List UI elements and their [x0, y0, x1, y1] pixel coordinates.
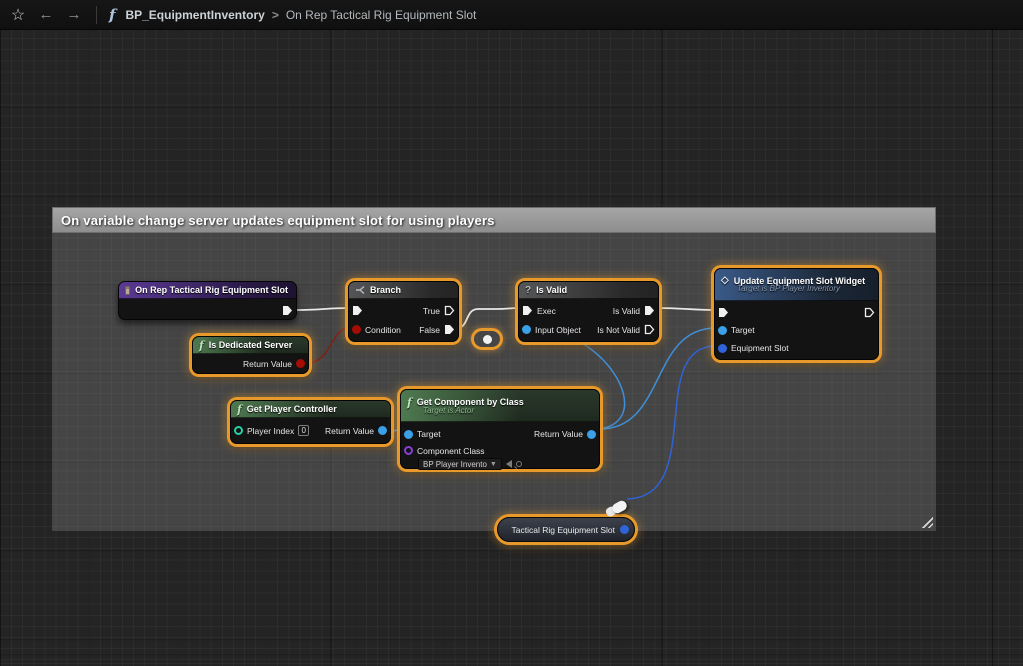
node-update-equipment-slot-widget[interactable]: ◇ Update Equipment Slot Widget Target is… — [714, 268, 879, 360]
function-icon: f — [199, 340, 204, 351]
node-get-tactical-rig-equipment-slot[interactable]: Tactical Rig Equipment Slot — [497, 517, 635, 542]
pin-label-target: Target — [731, 325, 755, 335]
forward-icon[interactable]: → — [60, 6, 88, 23]
function-icon: f — [407, 397, 412, 408]
pin-label-is-not-valid: Is Not Valid — [597, 325, 640, 335]
function-icon: f — [237, 404, 242, 415]
exec-in-pin[interactable] — [352, 305, 363, 316]
pin-label-true: True — [423, 306, 440, 316]
graph-toolbar: ☆ ← → f BP_EquipmentInventory > On Rep T… — [0, 0, 1023, 30]
component-class-value: BP Player Invento — [423, 460, 487, 469]
reroute-pin[interactable] — [483, 335, 492, 344]
condition-pin[interactable] — [352, 325, 361, 334]
pin-label-input-object: Input Object — [535, 325, 581, 335]
dropdown-caret-icon: ▼ — [490, 461, 497, 468]
component-class-dropdown[interactable]: BP Player Invento ▼ — [418, 458, 502, 470]
is-valid-exec-pin[interactable] — [644, 305, 655, 316]
return-value-pin[interactable] — [587, 430, 596, 439]
node-subtitle: Target is Actor — [423, 406, 591, 415]
pin-label-exec: Exec — [537, 306, 556, 316]
pin-label-target: Target — [417, 429, 441, 439]
graph-canvas[interactable]: On variable change server updates equipm… — [0, 30, 1023, 666]
node-title: Is Dedicated Server — [209, 340, 293, 350]
pin-label-return-value: Return Value — [534, 429, 583, 439]
widget-diamond-icon: ◇ — [721, 276, 729, 286]
use-asset-icon[interactable] — [506, 460, 512, 468]
pin-label-return-value: Return Value — [243, 359, 292, 369]
node-title: Branch — [370, 285, 401, 295]
exec-in-pin[interactable] — [522, 305, 533, 316]
false-exec-pin[interactable] — [444, 324, 455, 335]
pin-label-equipment-slot: Equipment Slot — [731, 343, 789, 353]
player-index-pin[interactable] — [234, 426, 243, 435]
branch-icon — [355, 285, 365, 295]
component-class-pin[interactable] — [404, 446, 413, 455]
return-value-pin[interactable] — [296, 359, 305, 368]
pin-label-is-valid: Is Valid — [613, 306, 640, 316]
comment-box[interactable]: On variable change server updates equipm… — [52, 207, 936, 531]
toolbar-divider — [96, 6, 97, 24]
node-title: On Rep Tactical Rig Equipment Slot — [135, 285, 288, 295]
comment-title[interactable]: On variable change server updates equipm… — [52, 207, 936, 233]
back-icon[interactable]: ← — [32, 6, 60, 23]
exec-out-pin[interactable] — [282, 305, 293, 316]
node-title: Get Player Controller — [247, 404, 337, 414]
return-value-pin[interactable] — [378, 426, 387, 435]
equipment-slot-pin[interactable] — [718, 344, 727, 353]
node-is-dedicated-server[interactable]: f Is Dedicated Server Return Value — [192, 336, 309, 374]
variable-label: Tactical Rig Equipment Slot — [512, 525, 615, 535]
reroute-node[interactable] — [471, 328, 503, 350]
pin-label-component-class: Component Class — [417, 446, 485, 456]
breadcrumb-blueprint[interactable]: BP_EquipmentInventory — [125, 8, 264, 22]
node-subtitle: Target is BP Player Inventory — [737, 284, 870, 293]
target-pin[interactable] — [404, 430, 413, 439]
pin-label-player-index: Player Index — [247, 426, 294, 436]
player-index-value[interactable]: 0 — [298, 425, 309, 436]
comment-resize-handle[interactable] — [919, 514, 933, 528]
true-exec-pin[interactable] — [444, 305, 455, 316]
blueprint-editor: ☆ ← → f BP_EquipmentInventory > On Rep T… — [0, 0, 1023, 666]
pin-label-return-value: Return Value — [325, 426, 374, 436]
node-get-component-by-class[interactable]: f Get Component by Class Target is Actor… — [400, 389, 600, 469]
input-object-pin[interactable] — [522, 325, 531, 334]
node-branch[interactable]: Branch True Condition — [348, 281, 459, 342]
node-get-player-controller[interactable]: f Get Player Controller Player Index 0 R… — [230, 400, 391, 444]
exec-in-pin[interactable] — [718, 307, 729, 318]
exec-out-pin[interactable] — [864, 307, 875, 318]
pin-label-false: False — [419, 325, 440, 335]
breadcrumb-graph[interactable]: On Rep Tactical Rig Equipment Slot — [286, 8, 477, 22]
function-icon: f — [109, 6, 115, 24]
node-on-rep-tactical-rig-equipment-slot[interactable]: On Rep Tactical Rig Equipment Slot — [118, 281, 297, 320]
node-is-valid[interactable]: ? Is Valid Exec Is Valid — [518, 281, 659, 342]
pin-label-condition: Condition — [365, 325, 401, 335]
is-not-valid-exec-pin[interactable] — [644, 324, 655, 335]
breadcrumb-chevron-icon: > — [272, 8, 279, 22]
question-icon: ? — [525, 285, 531, 296]
target-pin[interactable] — [718, 326, 727, 335]
browse-icon[interactable] — [516, 461, 522, 467]
event-icon — [125, 286, 130, 295]
variable-out-pin[interactable] — [620, 525, 629, 534]
node-title: Is Valid — [536, 285, 567, 295]
favorite-star-icon[interactable]: ☆ — [4, 5, 32, 25]
